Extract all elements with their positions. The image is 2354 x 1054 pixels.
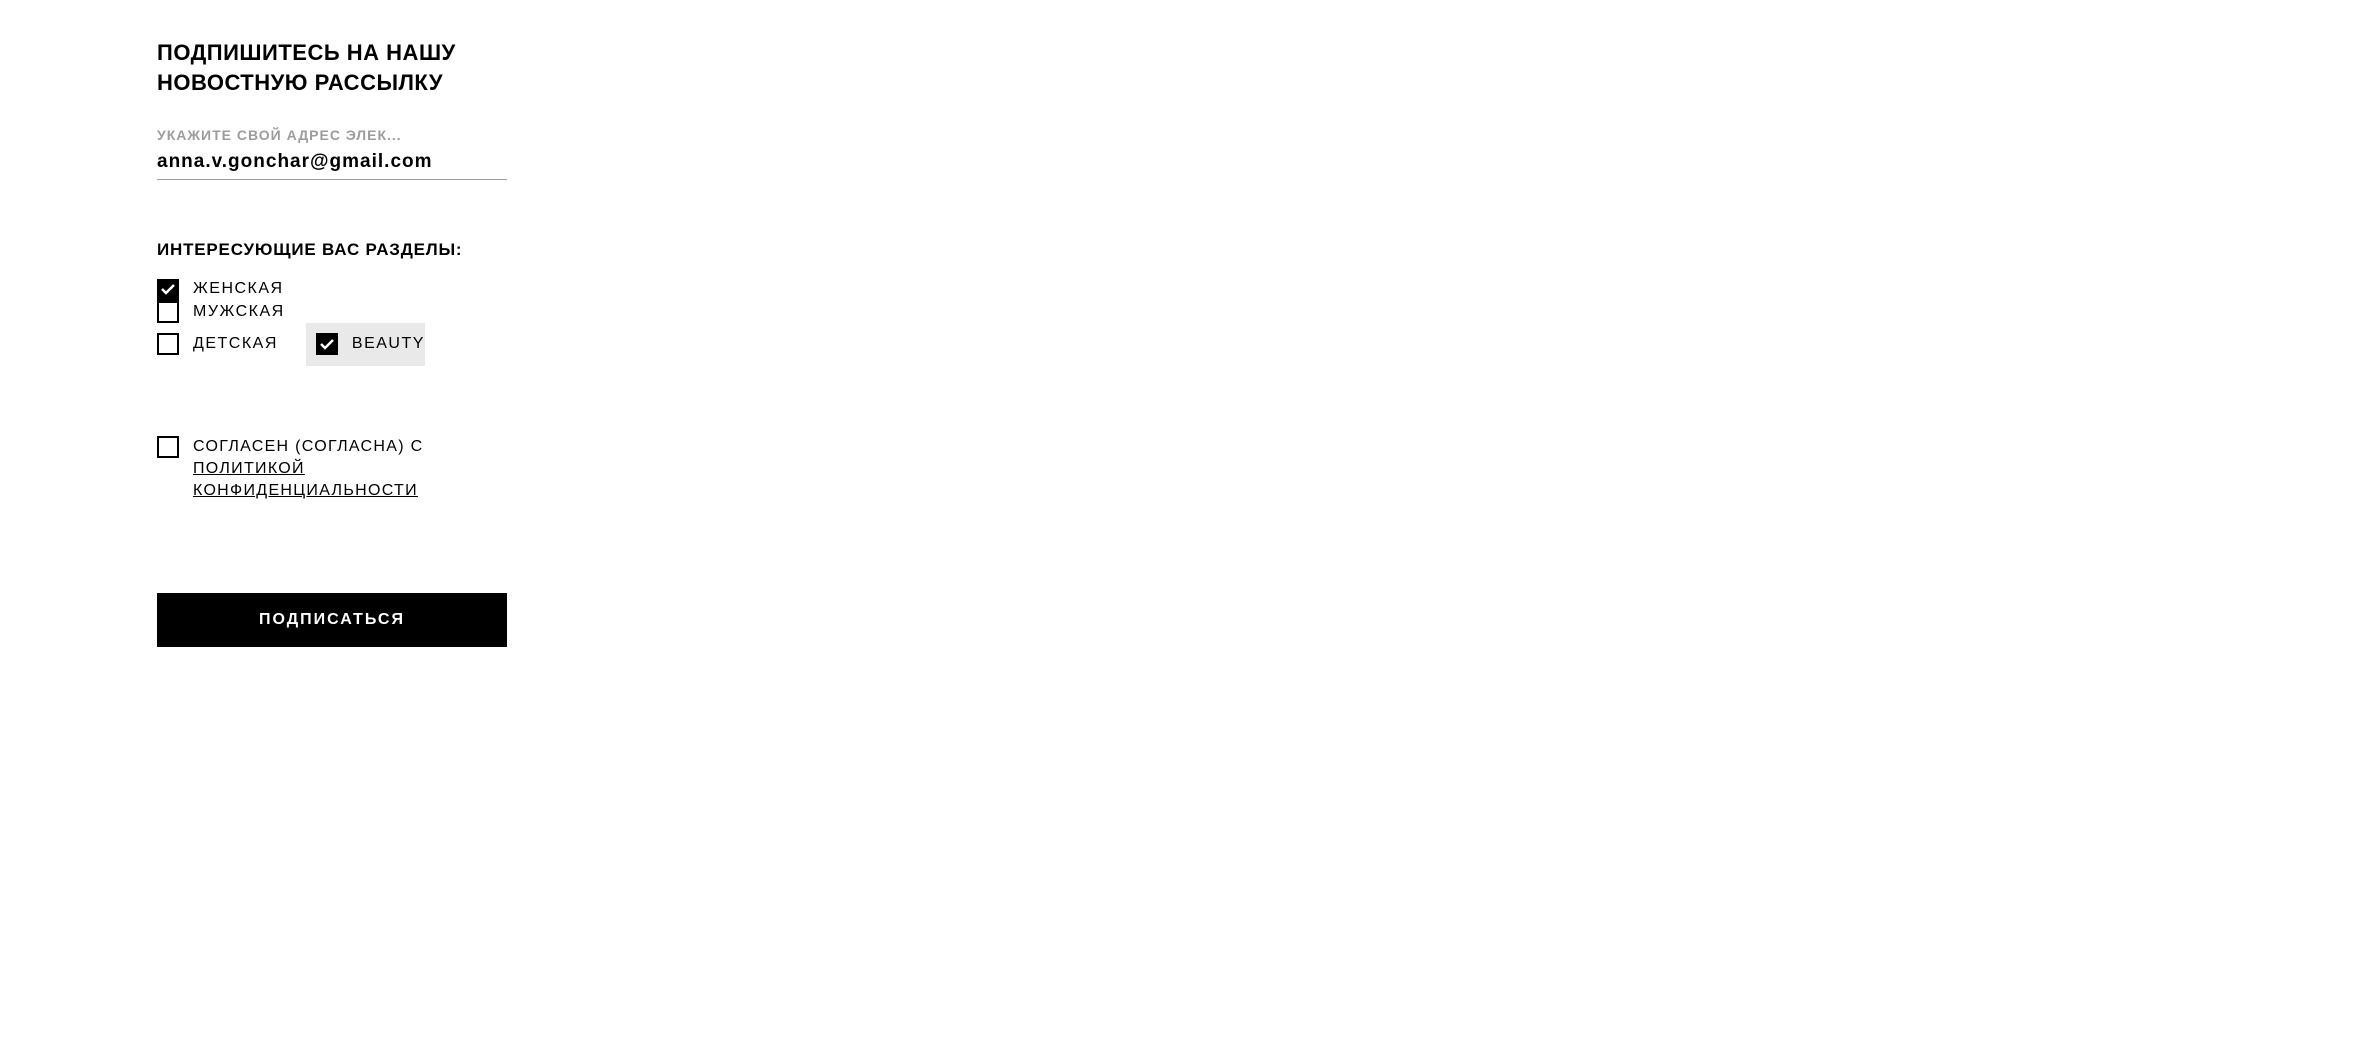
email-input[interactable] <box>157 149 507 180</box>
email-label: УКАЖИТЕ СВОЙ АДРЕС ЭЛЕК... <box>157 127 507 143</box>
form-title: ПОДПИШИТЕСЬ НА НАШУ НОВОСТНУЮ РАССЫЛКУ <box>157 38 507 97</box>
consent-text: СОГЛАСЕН (СОГЛАСНА) С ПОЛИТИКОЙ КОНФИДЕН… <box>193 436 507 503</box>
checkbox-women[interactable] <box>157 279 179 301</box>
checkbox-label-men[interactable]: МУЖСКАЯ <box>193 301 285 323</box>
checkbox-item-kids: ДЕТСКАЯ <box>157 333 278 355</box>
checkbox-item-women: ЖЕНСКАЯ <box>157 278 284 300</box>
email-section: УКАЖИТЕ СВОЙ АДРЕС ЭЛЕК... <box>157 127 507 180</box>
consent-section: СОГЛАСЕН (СОГЛАСНА) С ПОЛИТИКОЙ КОНФИДЕН… <box>157 436 507 503</box>
consent-prefix: СОГЛАСЕН (СОГЛАСНА) С <box>193 438 423 455</box>
checkbox-item-men: МУЖСКАЯ <box>157 301 285 323</box>
newsletter-form: ПОДПИШИТЕСЬ НА НАШУ НОВОСТНУЮ РАССЫЛКУ У… <box>157 38 507 647</box>
checkbox-row-men: МУЖСКАЯ <box>157 301 507 323</box>
sections-title: ИНТЕРЕСУЮЩИЕ ВАС РАЗДЕЛЫ: <box>157 240 507 260</box>
checkbox-kids[interactable] <box>157 333 179 355</box>
checkbox-consent[interactable] <box>157 436 179 458</box>
check-icon <box>320 339 334 350</box>
consent-row: СОГЛАСЕН (СОГЛАСНА) С ПОЛИТИКОЙ КОНФИДЕН… <box>157 436 507 503</box>
checkbox-label-kids[interactable]: ДЕТСКАЯ <box>193 333 278 355</box>
sections-area: ИНТЕРЕСУЮЩИЕ ВАС РАЗДЕЛЫ: ЖЕНСКАЯ МУЖСКА… <box>157 240 507 365</box>
checkbox-label-beauty[interactable]: BEAUTY <box>352 333 425 355</box>
subscribe-button[interactable]: ПОДПИСАТЬСЯ <box>157 593 507 647</box>
checkbox-beauty[interactable] <box>316 333 338 355</box>
checkbox-row-women: ЖЕНСКАЯ <box>157 278 507 300</box>
beauty-highlight: BEAUTY <box>306 323 425 365</box>
privacy-policy-link[interactable]: ПОЛИТИКОЙ КОНФИДЕНЦИАЛЬНОСТИ <box>193 460 418 499</box>
checkbox-row-kids-beauty: ДЕТСКАЯ BEAUTY <box>157 323 507 365</box>
checkbox-label-women[interactable]: ЖЕНСКАЯ <box>193 278 284 300</box>
checkbox-men[interactable] <box>157 301 179 323</box>
check-icon <box>161 284 175 295</box>
